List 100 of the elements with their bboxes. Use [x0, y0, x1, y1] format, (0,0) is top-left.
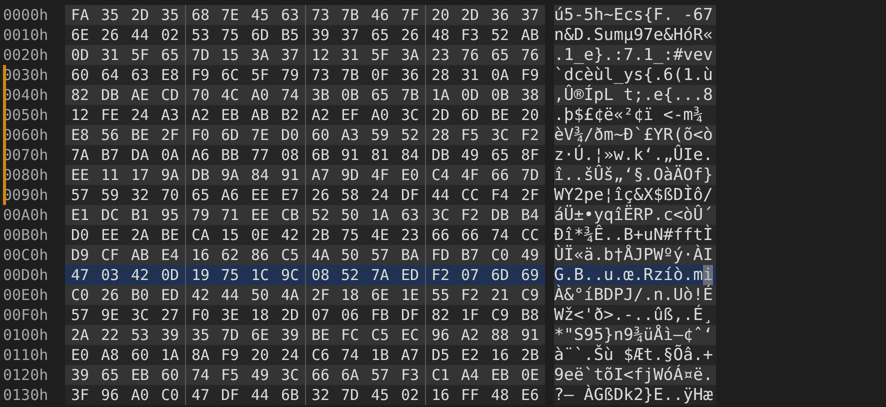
hex-byte[interactable]: C0 [65, 285, 95, 305]
hex-byte[interactable]: EB [215, 105, 245, 125]
hex-byte[interactable]: 1A [155, 345, 185, 365]
hex-byte[interactable]: 58 [335, 185, 365, 205]
hex-byte[interactable]: 53 [125, 325, 155, 345]
hex-byte[interactable]: 74 [485, 225, 515, 245]
hex-byte[interactable]: 2A [65, 325, 95, 345]
hex-byte[interactable]: B8 [515, 305, 545, 325]
hex-byte[interactable]: 37 [335, 25, 365, 45]
hex-byte[interactable]: 44 [125, 25, 155, 45]
hex-byte[interactable]: 26 [395, 25, 425, 45]
hex-byte[interactable]: 65 [485, 45, 515, 65]
hex-byte[interactable]: FB [365, 305, 395, 325]
hex-byte[interactable]: 4E [365, 225, 395, 245]
hex-byte[interactable]: ED [395, 265, 425, 285]
hex-byte[interactable]: 96 [95, 385, 125, 405]
hex-byte[interactable]: B7 [95, 145, 125, 165]
hex-byte[interactable]: 0F [365, 65, 395, 85]
hex-byte[interactable]: EF [335, 105, 365, 125]
hex-byte[interactable]: 7E [215, 5, 245, 25]
hex-byte[interactable]: 0B [335, 85, 365, 105]
hex-byte[interactable]: 7A [65, 145, 95, 165]
hex-byte[interactable]: 91 [335, 145, 365, 165]
hex-byte[interactable]: A4 [455, 365, 485, 385]
hex-byte[interactable]: 52 [485, 25, 515, 45]
hex-byte[interactable]: BA [395, 245, 425, 265]
hex-byte[interactable]: B1 [125, 205, 155, 225]
hex-byte[interactable]: F2 [455, 205, 485, 225]
hex-byte[interactable]: A0 [125, 385, 155, 405]
hex-byte[interactable]: 4F [365, 165, 395, 185]
hex-byte[interactable]: 7D [215, 325, 245, 345]
hex-byte[interactable]: E4 [155, 245, 185, 265]
hex-byte[interactable]: 49 [455, 145, 485, 165]
hex-byte[interactable]: 0D [155, 265, 185, 285]
hex-byte[interactable]: 48 [485, 385, 515, 405]
hex-byte[interactable]: 44 [245, 385, 275, 405]
hex-byte[interactable]: 59 [365, 125, 395, 145]
hex-byte[interactable]: 35 [95, 5, 125, 25]
hex-row[interactable]: E1 DC B1 95 79 71 EE CB 52 50 1A 63 3C F2 DB B4 [65, 205, 545, 225]
hex-byte[interactable]: 1E [395, 285, 425, 305]
hex-byte[interactable]: 45 [245, 5, 275, 25]
hex-byte[interactable]: DF [215, 385, 245, 405]
hex-byte[interactable]: 31 [335, 45, 365, 65]
hex-byte[interactable]: 50 [335, 245, 365, 265]
hex-byte[interactable]: 06 [335, 305, 365, 325]
hex-row[interactable]: 39 65 EB 60 74 F5 49 3C 66 6A 57 F3 C1 A4 EB 0E [65, 365, 545, 385]
hex-row[interactable]: 6E 26 44 02 53 75 6D B5 39 37 65 26 48 F3 52 AB [65, 25, 545, 45]
hex-byte[interactable]: 24 [275, 345, 305, 365]
hex-byte[interactable]: 11 [95, 165, 125, 185]
hex-row[interactable]: FA 35 2D 35 68 7E 45 63 73 7B 46 7F 20 2D 36 37 [65, 5, 545, 25]
hex-byte[interactable]: B2 [275, 105, 305, 125]
hex-byte[interactable]: 3C [125, 305, 155, 325]
hex-byte[interactable]: 24 [365, 185, 395, 205]
hex-byte[interactable]: 66 [485, 165, 515, 185]
hex-byte[interactable]: EE [95, 225, 125, 245]
hex-byte[interactable]: E1 [65, 205, 95, 225]
hex-byte[interactable]: 75 [215, 265, 245, 285]
hex-byte[interactable]: 4F [455, 165, 485, 185]
hex-byte[interactable]: A0 [245, 85, 275, 105]
hex-byte[interactable]: EB [125, 365, 155, 385]
hex-row[interactable]: 60 64 63 E8 F9 6C 5F 79 73 7B 0F 36 28 31 0A F9 [65, 65, 545, 85]
hex-byte[interactable]: 9C [275, 265, 305, 285]
hex-byte[interactable]: 59 [95, 185, 125, 205]
hex-byte[interactable]: CF [95, 245, 125, 265]
hex-row[interactable]: 12 FE 24 A3 A2 EB AB B2 A2 EF A0 3C 2D 6D BE 20 [65, 105, 545, 125]
hex-byte[interactable]: 08 [275, 145, 305, 165]
hex-byte[interactable]: EC [395, 325, 425, 345]
hex-byte[interactable]: 3E [215, 305, 245, 325]
hex-row[interactable]: 82 DB AE CD 70 4C A0 74 3B 0B 65 7B 1A 0D 0B 38 [65, 85, 545, 105]
hex-byte[interactable]: 7B [335, 65, 365, 85]
hex-byte[interactable]: 52 [395, 125, 425, 145]
hex-byte[interactable]: FF [455, 385, 485, 405]
hex-byte[interactable]: 02 [155, 25, 185, 45]
hex-byte[interactable]: 49 [515, 245, 545, 265]
hex-byte[interactable]: 0A [485, 65, 515, 85]
hex-byte[interactable]: 2B [515, 345, 545, 365]
hex-byte[interactable]: 3C [395, 105, 425, 125]
hex-byte[interactable]: 7A [365, 265, 395, 285]
hex-byte[interactable]: BB [215, 145, 245, 165]
hex-byte[interactable]: 23 [395, 225, 425, 245]
hex-byte[interactable]: 37 [515, 5, 545, 25]
hex-byte[interactable]: BE [485, 105, 515, 125]
hex-byte[interactable]: 0D [455, 85, 485, 105]
hex-byte[interactable]: 3F [65, 385, 95, 405]
hex-byte[interactable]: 32 [125, 185, 155, 205]
hex-byte[interactable]: AB [125, 245, 155, 265]
hex-byte[interactable]: 1A [365, 205, 395, 225]
hex-byte[interactable]: F2 [455, 285, 485, 305]
hex-byte[interactable]: 44 [215, 285, 245, 305]
hex-byte[interactable]: D0 [275, 125, 305, 145]
hex-byte[interactable]: 22 [95, 325, 125, 345]
hex-byte[interactable]: 3C [275, 365, 305, 385]
hex-byte[interactable]: 7B [395, 85, 425, 105]
hex-byte[interactable]: AB [515, 25, 545, 45]
hex-byte[interactable]: E2 [455, 345, 485, 365]
hex-byte[interactable]: EE [245, 205, 275, 225]
hex-byte[interactable]: 46 [365, 5, 395, 25]
hex-byte[interactable]: 31 [95, 45, 125, 65]
hex-byte[interactable]: 79 [275, 65, 305, 85]
hex-byte[interactable]: 42 [275, 225, 305, 245]
